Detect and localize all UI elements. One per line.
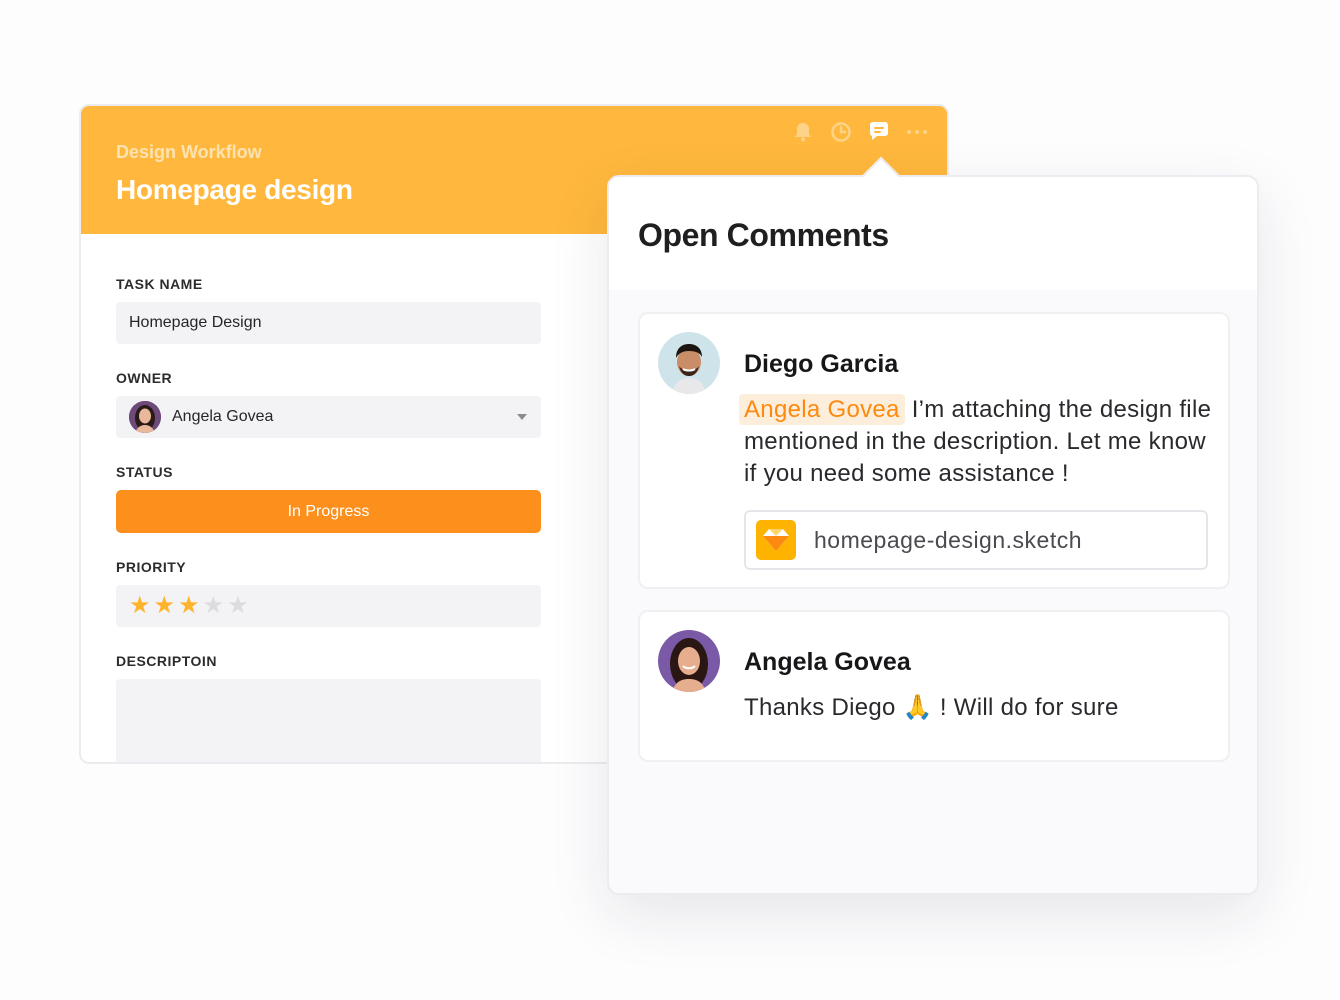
avatar xyxy=(658,332,720,394)
task-title: Homepage design xyxy=(116,174,353,205)
status-label: STATUS xyxy=(116,464,173,480)
comment-message: Thanks Diego xyxy=(744,694,896,721)
comment-card: Angela Govea Thanks Diego 🙏 ! Will do fo… xyxy=(638,610,1230,762)
comments-panel: Open Comments Diego Garcia Angela Govea … xyxy=(607,175,1259,895)
attachment-name: homepage-design.sketch xyxy=(814,526,1082,553)
priority-field: ★ ★ ★ ★ ★ xyxy=(116,585,541,627)
comment-text: Angela Govea I’m attaching the design fi… xyxy=(739,394,1214,490)
owner-avatar xyxy=(129,401,161,433)
clock-icon[interactable] xyxy=(829,120,853,144)
comment-text: Thanks Diego 🙏 ! Will do for sure xyxy=(744,692,1214,724)
task-form: TASK NAME Homepage Design OWNER Angela G… xyxy=(116,276,541,762)
comment-message: ! Will do for sure xyxy=(939,694,1119,721)
attachment[interactable]: homepage-design.sketch xyxy=(744,510,1208,570)
star-icon[interactable]: ★ xyxy=(178,594,200,618)
star-icon[interactable]: ★ xyxy=(154,594,176,618)
chevron-down-icon xyxy=(517,414,527,420)
owner-select[interactable]: Angela Govea xyxy=(116,396,541,438)
task-name-field[interactable]: Homepage Design xyxy=(116,302,541,344)
description-label: DESCRIPTOIN xyxy=(116,653,217,669)
description-field[interactable] xyxy=(116,679,541,762)
owner-value: Angela Govea xyxy=(172,408,274,425)
comment-author: Angela Govea xyxy=(744,648,911,676)
header-toolbar xyxy=(791,120,929,144)
comment-icon[interactable] xyxy=(867,120,891,144)
panel-title: Open Comments xyxy=(638,217,889,253)
priority-stars: ★ ★ ★ ★ ★ xyxy=(129,594,249,618)
sketch-file-icon xyxy=(756,520,796,560)
comment-author: Diego Garcia xyxy=(744,350,899,378)
priority-label: PRIORITY xyxy=(116,559,187,575)
pray-emoji-icon: 🙏 xyxy=(902,694,933,721)
status-button[interactable]: In Progress xyxy=(116,490,541,533)
star-icon[interactable]: ★ xyxy=(203,594,225,618)
bell-icon[interactable] xyxy=(791,120,815,144)
task-name-value: Homepage Design xyxy=(129,314,262,331)
comments-list: Diego Garcia Angela Govea I’m attaching … xyxy=(609,290,1257,893)
more-icon[interactable] xyxy=(905,120,929,144)
star-icon[interactable]: ★ xyxy=(129,594,151,618)
avatar xyxy=(658,630,720,692)
mention-tag[interactable]: Angela Govea xyxy=(739,394,905,425)
task-name-label: TASK NAME xyxy=(116,276,203,292)
owner-label: OWNER xyxy=(116,370,173,386)
star-icon[interactable]: ★ xyxy=(227,594,249,618)
comment-card: Diego Garcia Angela Govea I’m attaching … xyxy=(638,312,1230,589)
workflow-label: Design Workflow xyxy=(116,142,262,162)
